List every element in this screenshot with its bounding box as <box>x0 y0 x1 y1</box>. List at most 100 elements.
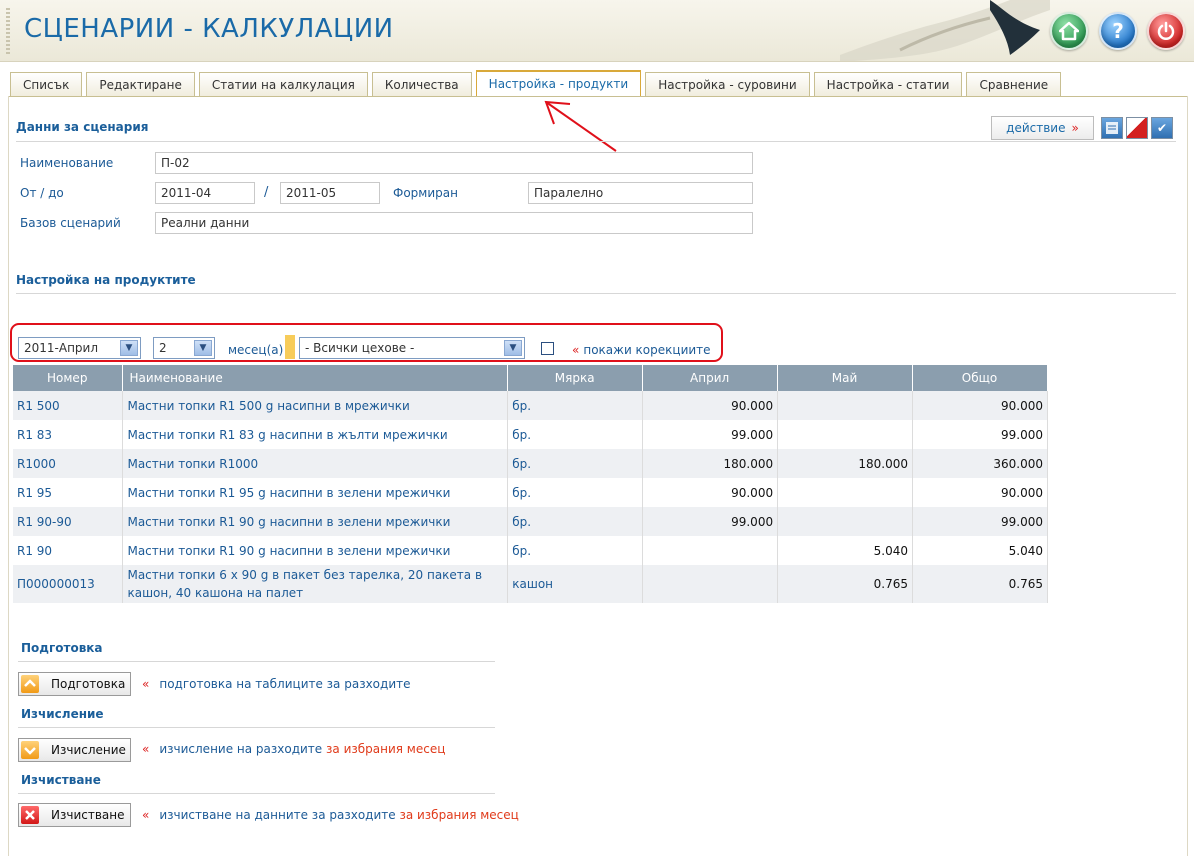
column-header-may[interactable]: Май <box>777 365 914 391</box>
product-name[interactable]: Мастни топки R1 500 g насипни в мрежички <box>122 391 509 420</box>
product-name[interactable]: Мастни топки 6 x 90 g в пакет без тарелк… <box>122 565 509 603</box>
product-may <box>777 391 914 420</box>
check-icon: ✔ <box>1156 121 1168 135</box>
table-row[interactable]: R1000 Мастни топки R1000 бр. 180.000 180… <box>13 449 1048 478</box>
product-name[interactable]: Мастни топки R1 90 g насипни в зелени мр… <box>122 536 509 565</box>
name-label: Наименование <box>20 156 114 170</box>
product-name[interactable]: Мастни топки R1 95 g насипни в зелени мр… <box>122 478 509 507</box>
product-may <box>777 507 914 536</box>
compute-desc-highlight: за избрания месец <box>326 742 446 756</box>
products-divider <box>16 293 1176 294</box>
product-unit: бр. <box>507 507 644 536</box>
prepare-button-label: Подготовка <box>51 677 126 691</box>
column-header-unit[interactable]: Мярка <box>507 365 644 391</box>
product-name[interactable]: Мастни топки R1000 <box>122 449 509 478</box>
products-section-title: Настройка на продуктите <box>16 273 196 287</box>
chevron-down-icon: ▼ <box>120 340 138 356</box>
column-header-name[interactable]: Наименование <box>122 365 509 391</box>
clear-desc-text: изчистване на данните за разходите <box>159 808 396 822</box>
product-number[interactable]: R1 90 <box>13 536 124 565</box>
product-april: 180.000 <box>642 449 779 478</box>
product-may: 180.000 <box>777 449 914 478</box>
prepare-divider <box>18 661 495 662</box>
month-select[interactable]: 2011-Април ▼ <box>18 337 141 359</box>
product-total: 90.000 <box>912 391 1048 420</box>
base-scenario-field[interactable]: Реални данни <box>155 212 753 234</box>
column-header-number[interactable]: Номер <box>13 365 124 391</box>
formed-field[interactable]: Паралелно <box>528 182 753 204</box>
clear-desc-highlight: за избрания месец <box>399 808 519 822</box>
from-field[interactable]: 2011-04 <box>155 182 255 204</box>
product-name[interactable]: Мастни топки R1 83 g насипни в жълти мре… <box>122 420 509 449</box>
annotation-arrow-icon <box>544 100 617 152</box>
product-unit: бр. <box>507 449 644 478</box>
product-total: 5.040 <box>912 536 1048 565</box>
product-may: 5.040 <box>777 536 914 565</box>
product-april <box>642 536 779 565</box>
compute-marker: « <box>142 742 150 756</box>
product-unit: кашон <box>507 565 644 603</box>
product-number[interactable]: R1000 <box>13 449 124 478</box>
tab-calc-items[interactable]: Статии на калкулация <box>198 72 368 97</box>
to-field[interactable]: 2011-05 <box>280 182 380 204</box>
tab-comparison[interactable]: Сравнение <box>966 72 1062 97</box>
product-number[interactable]: R1 95 <box>13 478 124 507</box>
months-unit-label: месец(а) <box>228 343 284 357</box>
products-table: Номер Наименование Мярка Април Май Общо … <box>13 365 1048 603</box>
prepare-marker: « <box>142 677 150 691</box>
product-total: 90.000 <box>912 478 1048 507</box>
product-name[interactable]: Мастни топки R1 90 g насипни в зелени мр… <box>122 507 509 536</box>
tab-edit[interactable]: Редактиране <box>86 72 195 97</box>
name-field[interactable]: П-02 <box>155 152 753 174</box>
product-number[interactable]: R1 83 <box>13 420 124 449</box>
column-header-total[interactable]: Общо <box>912 365 1048 391</box>
action-button[interactable]: действие » <box>991 116 1094 140</box>
table-row[interactable]: R1 90-90 Мастни топки R1 90 g насипни в … <box>13 507 1048 536</box>
show-corrections-checkbox[interactable] <box>541 342 554 355</box>
product-april: 90.000 <box>642 391 779 420</box>
table-row[interactable]: R1 95 Мастни топки R1 95 g насипни в зел… <box>13 478 1048 507</box>
clear-marker: « <box>142 808 150 822</box>
product-number[interactable]: R1 90-90 <box>13 507 124 536</box>
tab-items-settings[interactable]: Настройка - статии <box>813 72 963 97</box>
prepare-button[interactable]: Подготовка <box>18 672 131 696</box>
month-count-select[interactable]: 2 ▼ <box>153 337 215 359</box>
product-april: 99.000 <box>642 507 779 536</box>
product-total: 99.000 <box>912 507 1048 536</box>
arrow-down-icon <box>21 741 39 759</box>
tab-products-settings[interactable]: Настройка - продукти <box>475 70 642 97</box>
print-button[interactable] <box>1101 117 1123 139</box>
column-header-april[interactable]: Април <box>642 365 779 391</box>
month-select-value: 2011-Април <box>24 341 99 355</box>
workshop-select[interactable]: - Всички цехове - ▼ <box>299 337 525 359</box>
action-label: действие <box>1006 121 1066 135</box>
clear-button-label: Изчистване <box>51 808 125 822</box>
cancel-button[interactable] <box>1126 117 1148 139</box>
table-row[interactable]: R1 90 Мастни топки R1 90 g насипни в зел… <box>13 536 1048 565</box>
logout-button[interactable] <box>1147 12 1185 50</box>
show-corrections-text: покажи корекциите <box>583 343 711 357</box>
bird-logo-icon <box>840 0 1050 61</box>
clear-button[interactable]: Изчистване <box>18 803 131 827</box>
confirm-button[interactable]: ✔ <box>1151 117 1173 139</box>
table-header-row: Номер Наименование Мярка Април Май Общо <box>13 365 1048 391</box>
tab-list[interactable]: Списък <box>10 72 83 97</box>
product-unit: бр. <box>507 478 644 507</box>
help-button[interactable]: ? <box>1099 12 1137 50</box>
formed-label: Формиран <box>393 186 458 200</box>
tab-materials-settings[interactable]: Настройка - суровини <box>645 72 810 97</box>
show-corrections-label[interactable]: «покажи корекциите <box>572 343 711 357</box>
scenario-section-title: Данни за сценария <box>16 120 149 134</box>
table-row[interactable]: П000000013 Мастни топки 6 x 90 g в пакет… <box>13 565 1048 603</box>
header-grip <box>6 8 10 54</box>
table-row[interactable]: R1 500 Мастни топки R1 500 g насипни в м… <box>13 391 1048 420</box>
compute-description: « изчисление на разходите за избрания мес… <box>142 742 445 756</box>
compute-button[interactable]: Изчисление <box>18 738 131 762</box>
product-number[interactable]: П000000013 <box>13 565 124 603</box>
home-button[interactable] <box>1050 12 1088 50</box>
tab-quantities[interactable]: Количества <box>371 72 472 97</box>
product-number[interactable]: R1 500 <box>13 391 124 420</box>
product-may <box>777 478 914 507</box>
power-icon <box>1157 21 1175 40</box>
table-row[interactable]: R1 83 Мастни топки R1 83 g насипни в жъл… <box>13 420 1048 449</box>
